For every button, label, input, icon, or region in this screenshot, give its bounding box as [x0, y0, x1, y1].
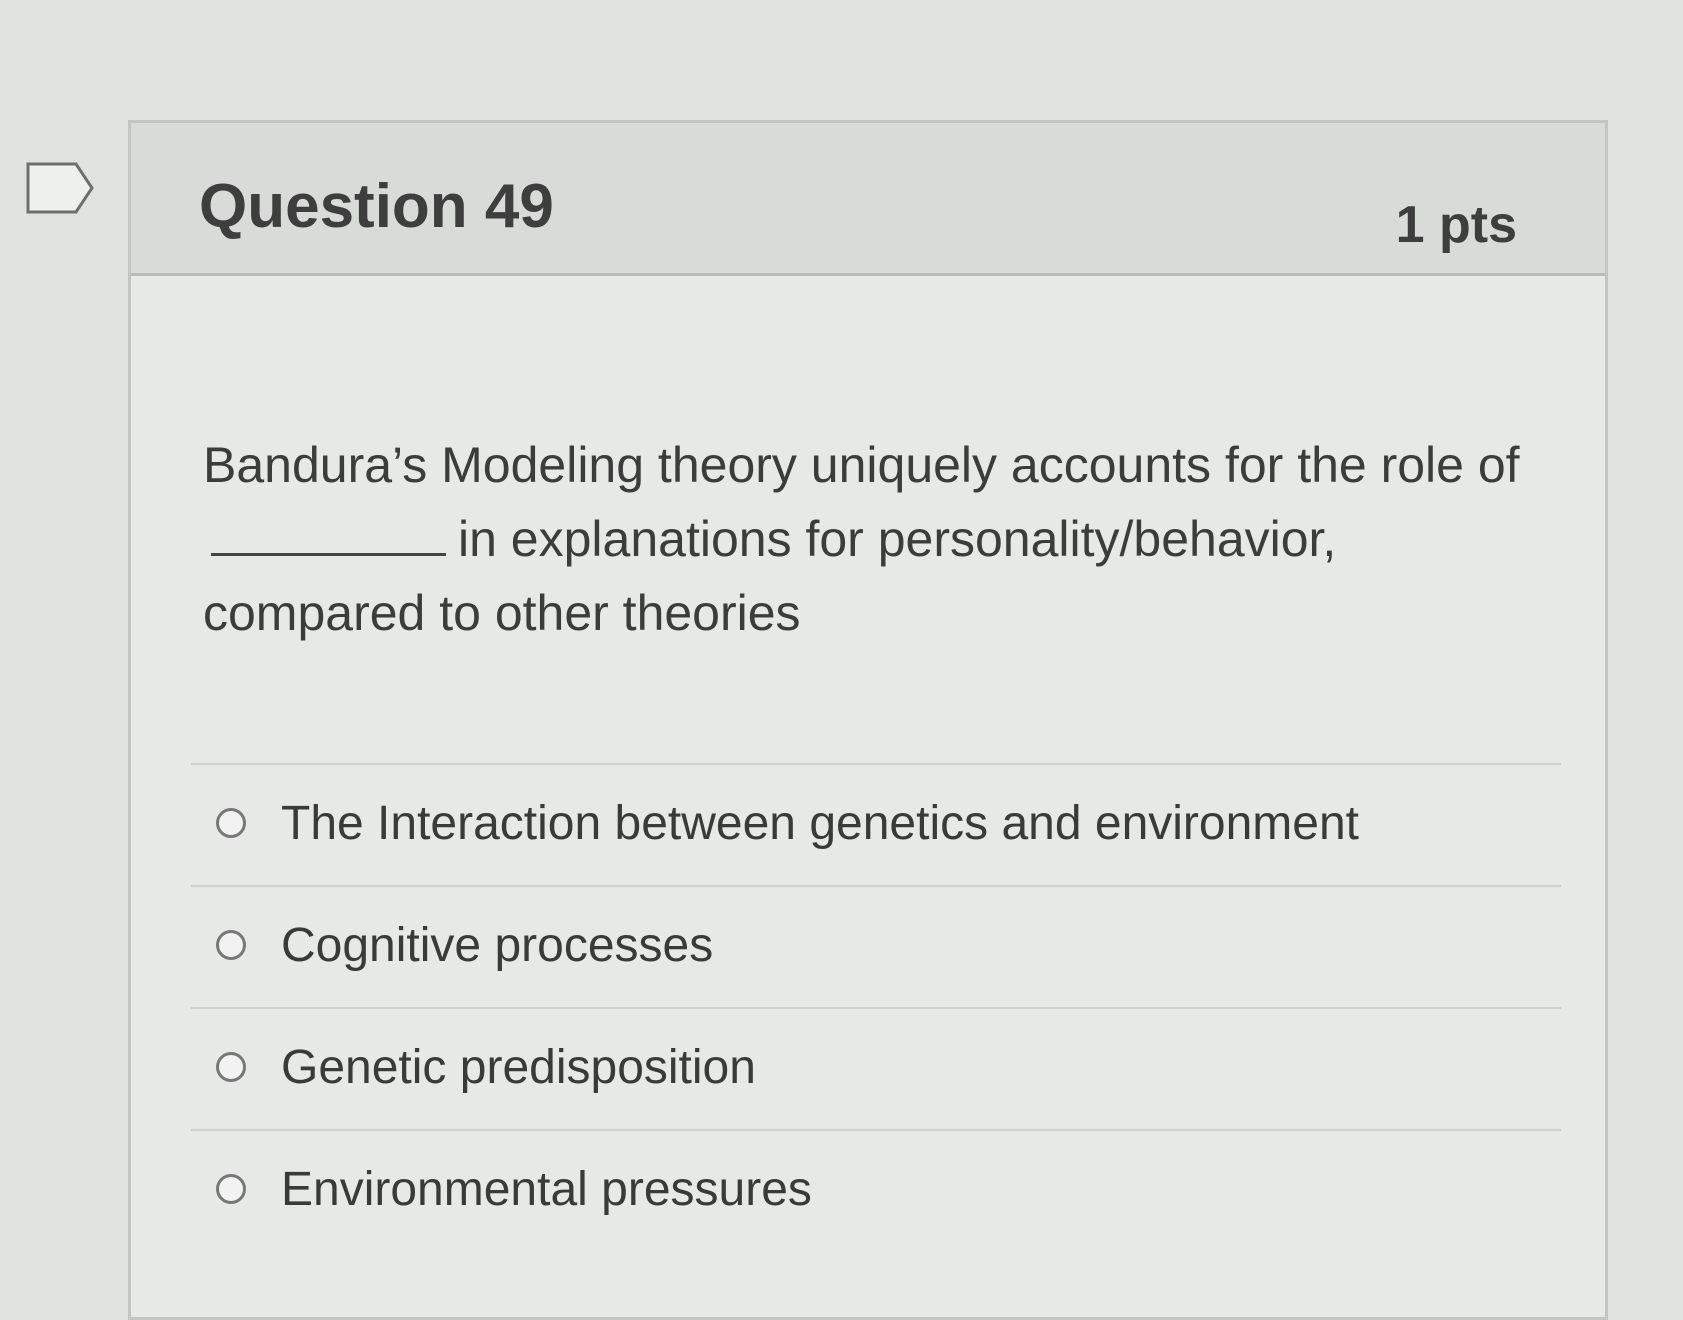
answer-label[interactable]: The Interaction between genetics and env… — [281, 796, 1359, 851]
question-header: Question 49 1 pts — [131, 123, 1605, 276]
answer-option[interactable]: Genetic predisposition — [191, 1007, 1561, 1129]
radio-button-icon[interactable] — [216, 1174, 246, 1204]
radio-button-icon[interactable] — [216, 930, 246, 960]
radio-button-icon[interactable] — [216, 1052, 246, 1082]
question-points: 1 pts — [1395, 196, 1517, 254]
question-text-part1: Bandura’s Modeling theory uniquely accou… — [203, 437, 1520, 493]
answer-option[interactable]: Cognitive processes — [191, 885, 1561, 1007]
answer-option[interactable]: Environmental pressures — [191, 1129, 1561, 1251]
question-text: Bandura’s Modeling theory uniquely accou… — [203, 428, 1543, 650]
answer-option[interactable]: The Interaction between genetics and env… — [191, 763, 1561, 885]
fill-in-blank — [211, 552, 446, 556]
question-card: Question 49 1 pts Bandura’s Modeling the… — [128, 120, 1608, 1320]
question-text-part2: in explanations for personality/behavior… — [203, 511, 1337, 641]
question-title: Question 49 — [199, 172, 554, 241]
answer-label[interactable]: Genetic predisposition — [281, 1040, 756, 1095]
answer-label[interactable]: Environmental pressures — [281, 1162, 812, 1217]
flag-question-icon[interactable] — [26, 160, 96, 216]
answer-list: The Interaction between genetics and env… — [191, 763, 1561, 1251]
radio-button-icon[interactable] — [216, 808, 246, 838]
answer-label[interactable]: Cognitive processes — [281, 918, 713, 973]
